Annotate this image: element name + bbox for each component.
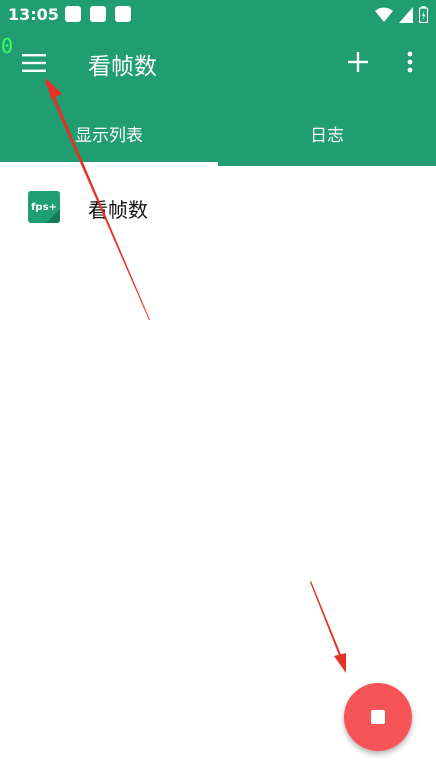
menu-button[interactable] bbox=[18, 47, 50, 79]
notification-icon bbox=[90, 6, 106, 22]
list-item-label: 看帧数 bbox=[88, 198, 148, 222]
status-bar: 13:05 bbox=[0, 0, 436, 30]
app-icon-text: fps+ bbox=[31, 201, 57, 213]
plus-icon bbox=[348, 52, 368, 72]
tab-bar: 显示列表 日志 bbox=[0, 100, 436, 166]
wifi-icon bbox=[375, 7, 393, 22]
app-bar: 0 看帧数 bbox=[0, 30, 436, 100]
arrow-head bbox=[334, 653, 346, 673]
more-vertical-icon bbox=[407, 51, 413, 73]
annotation-arrow bbox=[310, 581, 346, 668]
more-options-button[interactable] bbox=[396, 48, 424, 76]
list-item[interactable]: fps+ 看帧数 bbox=[0, 170, 436, 244]
status-time: 13:05 bbox=[8, 5, 59, 24]
signal-icon bbox=[399, 6, 413, 23]
hamburger-menu-icon bbox=[22, 54, 46, 72]
tab-display-list[interactable]: 显示列表 bbox=[0, 100, 218, 166]
notification-icons bbox=[65, 6, 131, 22]
fps-app-icon: fps+ bbox=[28, 191, 60, 223]
fps-overlay-counter: 0 bbox=[1, 34, 14, 58]
stop-icon bbox=[371, 710, 385, 724]
add-button[interactable] bbox=[344, 48, 372, 76]
system-icons bbox=[375, 6, 428, 23]
stop-fab-button[interactable] bbox=[344, 683, 412, 751]
page-title: 看帧数 bbox=[88, 54, 157, 80]
notification-icon bbox=[65, 6, 81, 22]
battery-icon bbox=[419, 6, 428, 23]
notification-icon bbox=[115, 6, 131, 22]
tab-log[interactable]: 日志 bbox=[218, 100, 436, 166]
